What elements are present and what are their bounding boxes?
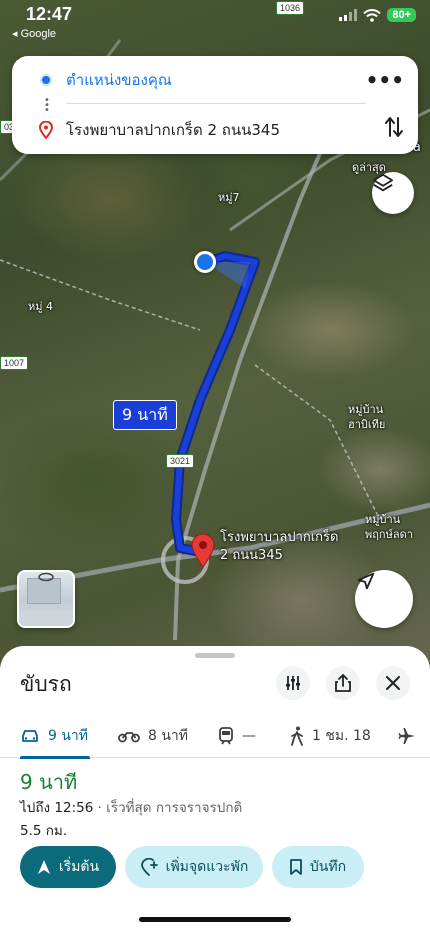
travel-mode-tabs: 9 นาที 8 นาที — 1 ชม. 18	[0, 714, 430, 759]
route-eta-chip[interactable]: 9 นาที	[113, 400, 177, 430]
layers-icon	[372, 173, 394, 192]
current-location-dot	[194, 251, 216, 273]
destination-map-label: โรงพยาบาลปากเกร็ด 2 ถนน345	[220, 530, 339, 563]
home-indicator[interactable]	[139, 917, 291, 922]
save-button[interactable]: บันทึก	[272, 846, 364, 888]
tab-motorcycle-label: 8 นาที	[148, 728, 189, 744]
origin-dot-icon	[40, 74, 52, 86]
road-shield-3021: 3021	[166, 454, 195, 468]
arrival-time: ไปถึง 12:56	[20, 800, 94, 816]
motorcycle-icon	[118, 732, 140, 743]
add-stop-icon	[140, 858, 158, 876]
street-view-rotate-icon	[38, 572, 54, 582]
share-button[interactable]	[326, 666, 360, 700]
tab-transit-label: —	[242, 728, 256, 744]
map-label-moo7: หมู่7	[218, 191, 240, 204]
route-options-button[interactable]	[276, 666, 310, 700]
road-shield-1007: 1007	[0, 356, 29, 370]
bookmark-icon	[290, 859, 302, 875]
route-detail: เร็วที่สุด การจราจรปกติ	[106, 800, 243, 816]
origin-row[interactable]: ตำแหน่งของคุณ	[12, 60, 418, 100]
signal-icon	[339, 9, 358, 21]
tab-walk-label: 1 ชม. 18	[312, 728, 371, 744]
back-to-app-link[interactable]: ◂ Google	[12, 27, 56, 40]
train-icon	[219, 727, 233, 745]
wifi-icon	[363, 8, 382, 22]
close-icon	[386, 676, 400, 690]
car-icon	[22, 730, 38, 742]
tab-transit[interactable]: —	[218, 714, 256, 758]
map-label-moo4: หมู่ 4	[28, 300, 53, 313]
origin-field[interactable]: ตำแหน่งของคุณ	[66, 68, 172, 92]
start-label: เริ่มต้น	[58, 859, 100, 875]
sheet-title: ขับรถ	[20, 672, 72, 696]
route-distance: 5.5 กม.	[20, 823, 68, 839]
add-stop-label: เพิ่มจุดแวะพัก	[165, 859, 249, 875]
plane-icon	[398, 728, 415, 744]
swap-arrows-icon	[385, 117, 403, 137]
destination-marker-icon	[39, 121, 53, 139]
tab-motorcycle[interactable]: 8 นาที	[118, 714, 188, 758]
street-view-thumbnail[interactable]	[17, 570, 75, 628]
more-options-button[interactable]: •••	[366, 68, 404, 92]
map-label-pruksa: หมู่บ้าน พฤกษ์ลดา	[365, 513, 413, 541]
result-summary: ไปถึง 12:56 · เร็วที่สุด การจราจรปกติ	[20, 800, 243, 816]
walk-icon	[291, 726, 303, 746]
sliders-icon	[286, 676, 300, 690]
destination-row[interactable]: โรงพยาบาลปากเกร็ด 2 ถนน345	[12, 110, 418, 150]
start-navigation-button[interactable]: เริ่มต้น	[20, 846, 116, 888]
map-label-habitia: หมู่บ้าน ฮาบิเทีย	[348, 403, 386, 431]
swap-route-button[interactable]	[384, 116, 404, 142]
save-label: บันทึก	[309, 859, 347, 875]
navigation-arrow-icon	[37, 860, 50, 874]
layers-button[interactable]	[372, 172, 414, 214]
tab-walk[interactable]: 1 ชม. 18	[290, 714, 371, 758]
my-location-button[interactable]	[355, 570, 413, 628]
tab-drive-label: 9 นาที	[48, 728, 89, 744]
navigation-arrow-icon	[357, 572, 375, 590]
route-input-card: ตำแหน่งของคุณ • • • โรงพยาบาลปากเกร็ด 2 ถน…	[12, 56, 418, 154]
battery-indicator: 80+	[387, 8, 416, 22]
tab-flight[interactable]	[398, 714, 424, 758]
destination-field[interactable]: โรงพยาบาลปากเกร็ด 2 ถนน345	[66, 118, 280, 142]
directions-sheet: ขับรถ 9 นาที 8 นาที — 1 ชม. 18 9 นาที ไป…	[0, 646, 430, 932]
add-stop-button[interactable]: เพิ่มจุดแวะพัก	[125, 846, 263, 888]
result-eta: 9 นาที	[20, 770, 78, 794]
tab-drive[interactable]: 9 นาที	[20, 714, 91, 759]
status-time: 12:47	[26, 4, 73, 24]
status-bar: 12:47 ◂ Google 80+	[0, 0, 430, 40]
share-icon	[335, 674, 351, 692]
close-button[interactable]	[376, 666, 410, 700]
sheet-drag-handle[interactable]	[195, 653, 235, 658]
